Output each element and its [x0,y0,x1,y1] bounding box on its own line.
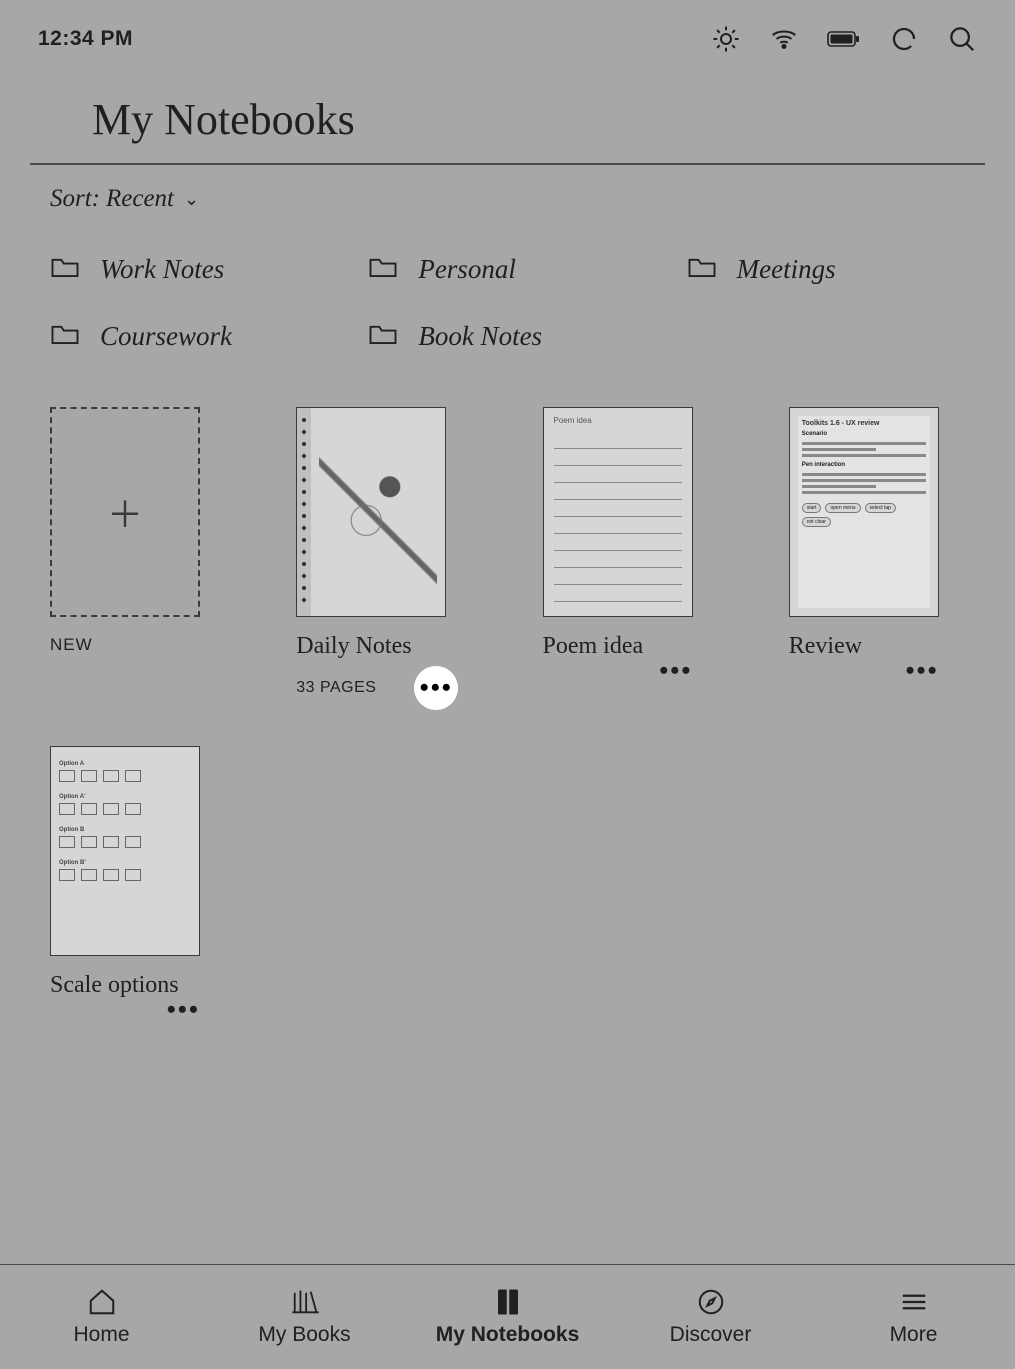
folder-icon [687,253,717,286]
notebook-title: Daily Notes [296,633,446,660]
notebook-icon [495,1287,521,1317]
new-notebook-thumb[interactable]: ＋ [50,407,200,617]
books-icon [289,1287,321,1317]
folder-label: Book Notes [418,321,542,352]
folder-grid: Work Notes Personal Meetings Coursework … [0,221,1015,353]
status-bar: 12:34 PM [0,0,1015,64]
compass-icon [696,1287,726,1317]
folder-personal[interactable]: Personal [368,253,646,286]
nav-label: My Notebooks [436,1323,580,1347]
chevron-down-icon: ⌄ [184,189,199,210]
folder-label: Meetings [737,254,836,285]
more-options-button[interactable]: ••• [659,666,692,676]
sort-prefix: Sort: [50,185,100,213]
nav-my-books[interactable]: My Books [203,1287,406,1347]
notebook-thumb[interactable]: Toolkits 1.6 - UX review Scenario Pen in… [789,407,939,617]
menu-icon [899,1287,929,1317]
folder-icon [50,253,80,286]
folder-coursework[interactable]: Coursework [50,320,328,353]
folder-label: Coursework [100,321,232,352]
notebook-page-count: 33 PAGES [296,679,376,697]
new-notebook-label: NEW [50,635,200,655]
new-notebook-card[interactable]: ＋ NEW [50,407,200,710]
sort-value: Recent [106,185,174,213]
notebook-card-scale-options[interactable]: Option A Option A' Option B Option B' Sc… [50,746,200,1015]
search-icon[interactable] [947,24,977,54]
folder-book-notes[interactable]: Book Notes [368,320,646,353]
sync-icon[interactable] [889,24,919,54]
folder-work-notes[interactable]: Work Notes [50,253,328,286]
clock: 12:34 PM [38,27,133,51]
nav-label: More [890,1323,938,1347]
sort-dropdown[interactable]: Sort: Recent ⌄ [0,165,1015,221]
thumb-heading: Poem idea [554,416,592,425]
notebook-thumb[interactable]: Option A Option A' Option B Option B' [50,746,200,956]
bottom-nav: Home My Books My Notebooks [0,1264,1015,1369]
nav-more[interactable]: More [812,1287,1015,1347]
page-header: My Notebooks [30,64,985,165]
folder-meetings[interactable]: Meetings [687,253,965,286]
nav-label: My Books [258,1323,350,1347]
more-options-button[interactable]: ••• [414,666,458,710]
thumb-heading: Toolkits 1.6 - UX review [798,416,930,429]
brightness-icon[interactable] [711,24,741,54]
notebook-card-review[interactable]: Toolkits 1.6 - UX review Scenario Pen in… [789,407,939,710]
nav-home[interactable]: Home [0,1287,203,1347]
folder-icon [50,320,80,353]
folder-label: Personal [418,254,516,285]
more-options-button[interactable]: ••• [167,1005,200,1015]
nav-label: Home [73,1323,129,1347]
more-icon: ••• [420,683,453,693]
folder-label: Work Notes [100,254,224,285]
status-icons [711,24,977,54]
more-options-button[interactable]: ••• [905,666,938,676]
battery-icon [827,29,861,49]
nav-label: Discover [670,1323,752,1347]
notebook-thumb[interactable] [296,407,446,617]
notebook-grid: ＋ NEW Daily Notes 33 PAGES ••• Poem idea… [0,353,1015,1015]
notebook-card-poem-idea[interactable]: Poem idea Poem idea ••• [543,407,693,710]
nav-my-notebooks[interactable]: My Notebooks [406,1287,609,1347]
plus-icon: ＋ [107,486,143,538]
folder-icon [368,320,398,353]
folder-icon [368,253,398,286]
notebook-thumb[interactable]: Poem idea [543,407,693,617]
wifi-icon[interactable] [769,24,799,54]
notebook-card-daily-notes[interactable]: Daily Notes 33 PAGES ••• [296,407,446,710]
page-title: My Notebooks [92,94,923,145]
home-icon [87,1287,117,1317]
nav-discover[interactable]: Discover [609,1287,812,1347]
